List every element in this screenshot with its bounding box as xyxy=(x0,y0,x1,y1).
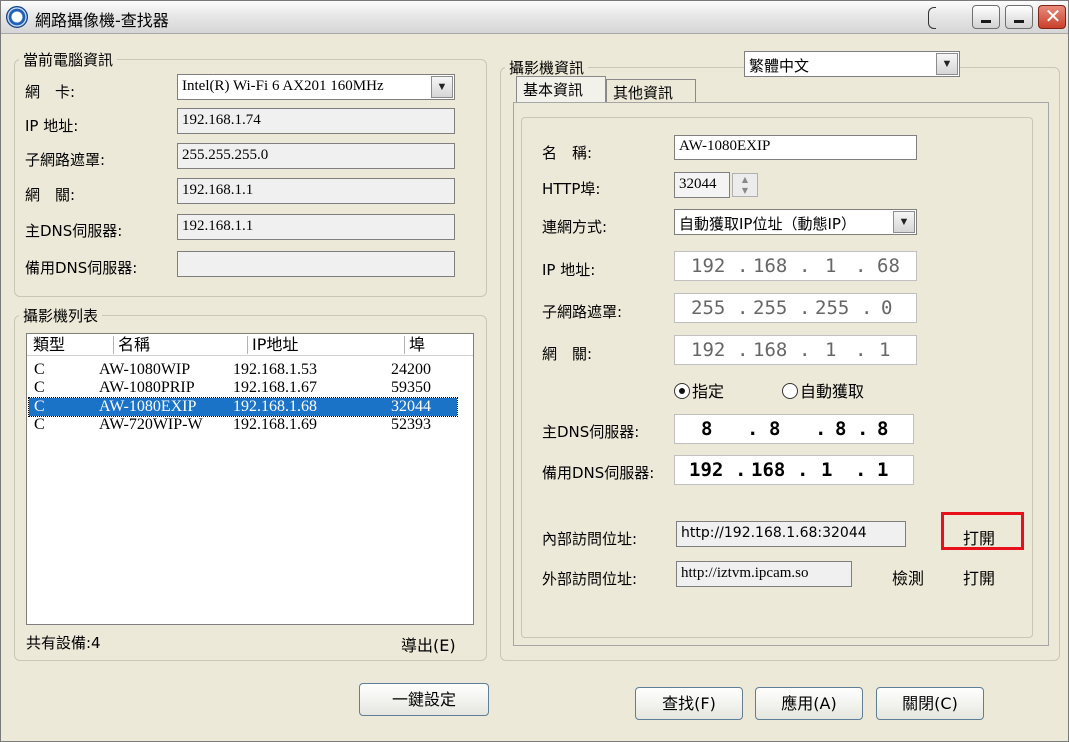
chevron-down-icon[interactable]: ▼ xyxy=(431,76,453,98)
nic-label: 網 卡: xyxy=(25,83,76,101)
col-port[interactable]: 埠 xyxy=(404,336,473,354)
col-ip[interactable]: IP地址 xyxy=(247,336,403,354)
radio-auto-dns[interactable]: 自動獲取 xyxy=(782,378,864,402)
language-select-value: 繁體中文 xyxy=(749,57,810,75)
table-row[interactable]: C AW-720WIP-W 192.168.1.69 52393 xyxy=(29,416,457,434)
radio-unselected-icon[interactable] xyxy=(782,383,798,399)
local-dns2-field xyxy=(177,251,455,277)
cam-name-label: 名 稱: xyxy=(542,144,593,162)
device-count-label: 共有設備:4 xyxy=(26,634,101,652)
table-row-selected[interactable]: C AW-1080EXIP 192.168.1.68 32044 xyxy=(28,397,458,417)
title-bar[interactable]: 網路攝像機-查找器 ✕ xyxy=(1,1,1068,34)
local-gateway-label: 網 關: xyxy=(25,186,76,204)
stepper-up-icon[interactable]: ▲ xyxy=(733,174,757,185)
window-title: 網路攝像機-查找器 xyxy=(35,11,169,30)
camera-list-header: 類型 名稱 IP地址 埠 xyxy=(27,334,473,356)
cam-mask-label: 子網路遮罩: xyxy=(542,303,623,321)
cam-dns1-field[interactable]: 8 . 8 . 8 . 8 xyxy=(674,414,914,444)
app-logo-icon xyxy=(6,6,28,28)
apply-button[interactable]: 應用(A) xyxy=(755,687,863,720)
cam-mask-field[interactable]: 255 . 255 . 255 . 0 xyxy=(674,293,917,323)
http-port-field[interactable]: 32044 xyxy=(674,172,730,198)
local-dns1-field: 192.168.1.1 xyxy=(177,214,455,240)
one-key-setup-button[interactable]: 一鍵設定 xyxy=(359,683,489,716)
search-button[interactable]: 查找(F) xyxy=(635,687,743,720)
camera-list[interactable]: 類型 名稱 IP地址 埠 C AW-1080WIP 192.168.1.53 2… xyxy=(26,333,474,625)
cam-dns2-field[interactable]: 192 . 168 . 1 . 1 xyxy=(674,455,914,485)
col-type[interactable]: 類型 xyxy=(29,336,89,354)
tab-basic-info[interactable]: 基本資訊 xyxy=(516,76,606,103)
http-port-stepper[interactable]: ▲ ▼ xyxy=(732,173,758,197)
chevron-down-icon[interactable]: ▼ xyxy=(936,53,958,75)
external-open-button[interactable]: 打開 xyxy=(963,565,995,589)
radio-fixed-dns[interactable]: 指定 xyxy=(674,378,724,402)
finder-window: 網路攝像機-查找器 ✕ 當前電腦資訊 網 卡: Intel(R) Wi-Fi 6… xyxy=(0,0,1069,742)
http-port-label: HTTP埠: xyxy=(542,180,601,198)
cam-dns1-label: 主DNS伺服器: xyxy=(542,423,640,441)
external-url-field[interactable]: http://iztvm.ipcam.so xyxy=(676,561,852,587)
net-mode-select[interactable]: 自動獲取IP位址（動態IP） ▼ xyxy=(674,209,917,235)
table-row[interactable]: C AW-1080PRIP 192.168.1.67 59350 xyxy=(29,379,457,397)
internal-url-label: 內部訪問位址: xyxy=(542,530,638,548)
minimize-alt-button[interactable] xyxy=(1005,5,1033,29)
cam-gateway-label: 網 關: xyxy=(542,345,593,363)
titlebar-bracket-icon xyxy=(928,7,936,29)
highlight-annotation xyxy=(941,512,1024,550)
local-ip-label: IP 地址: xyxy=(25,117,79,135)
stepper-down-icon[interactable]: ▼ xyxy=(733,185,757,196)
close-button[interactable]: 關閉(C) xyxy=(876,687,984,720)
camera-info-legend: 攝影機資訊 xyxy=(509,59,585,77)
minimize-icon xyxy=(981,20,991,23)
radio-selected-icon[interactable] xyxy=(674,383,690,399)
minimize-icon xyxy=(1014,20,1024,23)
internal-url-field[interactable]: http://192.168.1.68:32044 xyxy=(676,521,906,547)
chevron-down-icon[interactable]: ▼ xyxy=(893,211,915,233)
tab-other-info[interactable]: 其他資訊 xyxy=(606,79,696,103)
net-mode-label: 連網方式: xyxy=(542,218,608,236)
nic-select[interactable]: Intel(R) Wi-Fi 6 AX201 160MHz ▼ xyxy=(177,74,455,100)
local-ip-field: 192.168.1.74 xyxy=(177,108,455,134)
language-select[interactable]: 繁體中文 ▼ xyxy=(744,51,960,77)
camera-list-legend: 攝影機列表 xyxy=(23,307,99,325)
local-gateway-field: 192.168.1.1 xyxy=(177,178,455,204)
export-button[interactable]: 導出(E) xyxy=(401,632,456,656)
col-name[interactable]: 名稱 xyxy=(113,336,247,354)
check-button[interactable]: 檢測 xyxy=(892,565,924,589)
cam-name-input[interactable]: AW-1080EXIP xyxy=(674,135,917,160)
cam-dns2-label: 備用DNS伺服器: xyxy=(542,464,655,482)
cam-ip-label: IP 地址: xyxy=(542,261,596,279)
external-url-label: 外部訪問位址: xyxy=(542,570,638,588)
close-window-button[interactable]: ✕ xyxy=(1038,5,1066,29)
local-mask-label: 子網路遮罩: xyxy=(25,151,106,169)
close-icon: ✕ xyxy=(1044,4,1062,28)
minimize-button[interactable] xyxy=(972,5,1000,29)
local-dns1-label: 主DNS伺服器: xyxy=(25,222,123,240)
local-mask-field: 255.255.255.0 xyxy=(177,143,455,169)
local-dns2-label: 備用DNS伺服器: xyxy=(25,259,138,277)
local-info-legend: 當前電腦資訊 xyxy=(23,51,114,69)
net-mode-value: 自動獲取IP位址（動態IP） xyxy=(679,215,856,233)
cam-gateway-field[interactable]: 192 . 168 . 1 . 1 xyxy=(674,335,917,365)
nic-select-value: Intel(R) Wi-Fi 6 AX201 160MHz xyxy=(182,78,384,94)
cam-ip-field[interactable]: 192 . 168 . 1 . 68 xyxy=(674,251,917,281)
table-row[interactable]: C AW-1080WIP 192.168.1.53 24200 xyxy=(29,361,457,379)
